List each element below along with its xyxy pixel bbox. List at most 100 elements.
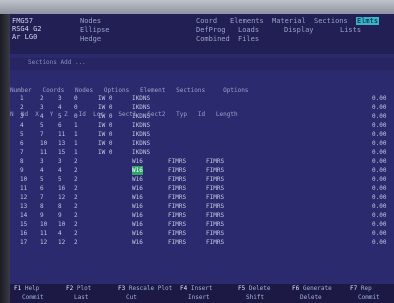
- cell-node-j[interactable]: 5: [58, 112, 62, 121]
- fkey-rep[interactable]: F7 Rep: [350, 285, 372, 293]
- menu-display[interactable]: Display: [284, 26, 314, 34]
- cell-section-1[interactable]: IKDNS: [132, 121, 150, 130]
- cell-node-k[interactable]: 1: [74, 148, 78, 157]
- cell-node-j[interactable]: 3: [58, 94, 62, 103]
- cell-section-1[interactable]: IKDNS: [132, 94, 150, 103]
- table-row[interactable]: 5 7 11 1 IW 0 IKDNS 0.00: [10, 130, 394, 139]
- cell-length[interactable]: 0.00: [372, 184, 386, 193]
- cell-length[interactable]: 0.00: [372, 139, 386, 148]
- table-row[interactable]: 4 5 6 1 IW 0 IKDNS 0.00: [10, 121, 394, 130]
- cell-node-j[interactable]: 3: [58, 157, 62, 166]
- table-row[interactable]: 3 4 5 0 IW 0 IKDNS 0.00: [10, 112, 394, 121]
- cell-node-i[interactable]: 6: [40, 184, 44, 193]
- cell-section-1[interactable]: IKDNS: [132, 112, 150, 121]
- cell-section-3[interactable]: FIMRS: [206, 229, 224, 238]
- table-row[interactable]: 7 11 15 1 IW 0 IKDNS 0.00: [10, 148, 394, 157]
- cell-node-j[interactable]: 9: [58, 211, 62, 220]
- fkey-insert[interactable]: F4 Insert: [180, 285, 213, 293]
- cell-section-1[interactable]: W16: [132, 184, 143, 193]
- table-row[interactable]: 14 9 9 2 W16 FIMRS FIMRS 0.00: [10, 211, 394, 220]
- cell-row-number[interactable]: 5: [20, 130, 24, 139]
- cell-length[interactable]: 0.00: [372, 103, 386, 112]
- cell-section-2[interactable]: FIMRS: [168, 202, 186, 211]
- table-row[interactable]: 10 5 5 2 W16 FIMRS FIMRS 0.00: [10, 175, 394, 184]
- cell-section-2[interactable]: FIMRS: [168, 193, 186, 202]
- cell-node-j[interactable]: 11: [58, 130, 65, 139]
- cell-section-1[interactable]: W16: [132, 220, 143, 229]
- cell-node-j[interactable]: 8: [58, 202, 62, 211]
- cell-node-i[interactable]: 3: [40, 103, 44, 112]
- cell-node-j[interactable]: 5: [58, 175, 62, 184]
- cell-section-2[interactable]: FIMRS: [168, 229, 186, 238]
- cell-node-k[interactable]: 0: [74, 103, 78, 112]
- table-row[interactable]: 12 7 12 2 W16 FIMRS FIMRS 0.00: [10, 193, 394, 202]
- cell-node-k[interactable]: 2: [74, 184, 78, 193]
- cell-length[interactable]: 0.00: [372, 121, 386, 130]
- cell-length[interactable]: 0.00: [372, 130, 386, 139]
- cell-node-k[interactable]: 0: [74, 112, 78, 121]
- cell-node-i[interactable]: 10: [40, 139, 47, 148]
- menu-hedge[interactable]: Hedge: [80, 35, 101, 43]
- cell-section-1[interactable]: IKDNS: [132, 130, 150, 139]
- table-row[interactable]: 6 10 13 1 IW 0 IKDNS 0.00: [10, 139, 394, 148]
- cell-element-type[interactable]: IW 0: [98, 130, 112, 139]
- fkey-alt-0[interactable]: Commit: [22, 294, 44, 302]
- cell-section-3[interactable]: FIMRS: [206, 238, 224, 247]
- menu-nodes[interactable]: Nodes: [80, 17, 101, 25]
- menu-material[interactable]: Material: [272, 17, 306, 25]
- cell-row-number[interactable]: 8: [20, 157, 24, 166]
- cell-section-2[interactable]: FIMRS: [168, 238, 186, 247]
- cell-node-j[interactable]: 10: [58, 220, 65, 229]
- cell-node-i[interactable]: 2: [40, 94, 44, 103]
- cell-row-number[interactable]: 4: [20, 121, 24, 130]
- cell-node-k[interactable]: 2: [74, 175, 78, 184]
- cell-row-number[interactable]: 16: [20, 229, 27, 238]
- fkey-alt-6[interactable]: Commit: [358, 294, 380, 302]
- cell-node-i[interactable]: 5: [40, 121, 44, 130]
- menu-loads[interactable]: Loads: [238, 26, 259, 34]
- cell-section-1[interactable]: IKDNS: [132, 148, 150, 157]
- cell-length[interactable]: 0.00: [372, 175, 386, 184]
- cell-node-k[interactable]: 2: [74, 193, 78, 202]
- menu-defprog[interactable]: DefProg: [196, 26, 226, 34]
- table-row[interactable]: 9 4 4 2 W16 FIMRS FIMRS 0.00: [10, 166, 394, 175]
- cell-section-2[interactable]: FIMRS: [168, 175, 186, 184]
- cell-section-2[interactable]: FIMRS: [168, 220, 186, 229]
- cell-length[interactable]: 0.00: [372, 94, 386, 103]
- cell-row-number[interactable]: 6: [20, 139, 24, 148]
- cell-row-number[interactable]: 17: [20, 238, 27, 247]
- cell-node-j[interactable]: 13: [58, 139, 65, 148]
- menu-files[interactable]: Files: [238, 35, 259, 43]
- cell-node-i[interactable]: 9: [40, 211, 44, 220]
- cell-node-k[interactable]: 2: [74, 157, 78, 166]
- cell-row-number[interactable]: 12: [20, 193, 27, 202]
- cell-length[interactable]: 0.00: [372, 166, 386, 175]
- cell-section-1[interactable]: W16: [132, 211, 143, 220]
- cell-node-k[interactable]: 2: [74, 220, 78, 229]
- cell-section-2[interactable]: FIMRS: [168, 211, 186, 220]
- fkey-alt-3[interactable]: Insert: [188, 294, 210, 302]
- fkey-help[interactable]: F1 Help: [14, 285, 39, 293]
- cell-element-type[interactable]: IW 0: [98, 94, 112, 103]
- cell-node-k[interactable]: 2: [74, 166, 78, 175]
- cell-node-i[interactable]: 3: [40, 157, 44, 166]
- cell-section-1[interactable]: W16: [132, 157, 143, 166]
- fkey-plot[interactable]: F2 Plot: [66, 285, 91, 293]
- fkey-alt-4[interactable]: Shift: [246, 294, 264, 302]
- cell-row-number[interactable]: 7: [20, 148, 24, 157]
- cell-node-k[interactable]: 2: [74, 238, 78, 247]
- menu-elmts-active[interactable]: Elmts: [356, 17, 380, 25]
- cell-row-number[interactable]: 11: [20, 184, 27, 193]
- table-row[interactable]: 2 3 4 0 IW 0 IKDNS 0.00: [10, 103, 394, 112]
- menu-combined[interactable]: Combined: [196, 35, 230, 43]
- cell-node-i[interactable]: 8: [40, 202, 44, 211]
- cell-length[interactable]: 0.00: [372, 148, 386, 157]
- table-row[interactable]: 13 8 8 2 W16 FIMRS FIMRS 0.00: [10, 202, 394, 211]
- cell-node-j[interactable]: 4: [58, 103, 62, 112]
- fkey-generate[interactable]: F6 Generate: [292, 285, 332, 293]
- cell-section-1[interactable]: W16: [132, 202, 143, 211]
- cell-node-j[interactable]: 12: [58, 193, 65, 202]
- cell-row-number[interactable]: 3: [20, 112, 24, 121]
- cell-node-i[interactable]: 7: [40, 130, 44, 139]
- cell-row-number[interactable]: 1: [20, 94, 24, 103]
